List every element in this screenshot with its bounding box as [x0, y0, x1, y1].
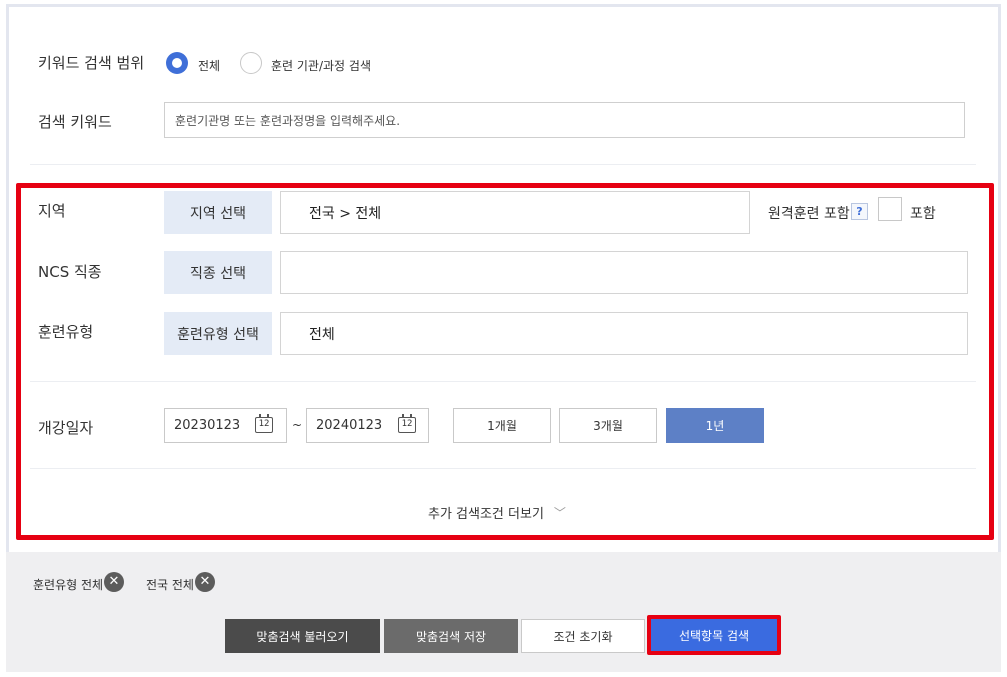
reset-conditions-button[interactable]: 조건 초기화 — [521, 619, 645, 653]
load-custom-search-button[interactable]: 맞춤검색 불러오기 — [225, 619, 380, 653]
highlight-frame — [16, 183, 994, 540]
keyword-placeholder: 훈련기관명 또는 훈련과정명을 입력해주세요. — [175, 113, 401, 128]
chip-training-type-label: 훈련유형 전체 — [33, 578, 104, 592]
summary-band — [6, 552, 1001, 672]
radio-institution-course-label[interactable]: 훈련 기관/과정 검색 — [271, 57, 371, 74]
chip-region-label: 전국 전체 — [146, 578, 194, 592]
keyword-scope-label: 키워드 검색 범위 — [38, 54, 145, 72]
save-custom-search-button[interactable]: 맞춤검색 저장 — [384, 619, 518, 653]
search-selected-button[interactable]: 선택항목 검색 — [651, 619, 777, 651]
radio-institution-course[interactable] — [240, 52, 262, 74]
keyword-input[interactable]: 훈련기관명 또는 훈련과정명을 입력해주세요. — [164, 102, 965, 138]
close-icon[interactable]: ✕ — [195, 572, 215, 592]
radio-all-label[interactable]: 전체 — [198, 57, 220, 74]
keyword-label: 검색 키워드 — [38, 113, 112, 131]
radio-all[interactable] — [166, 52, 188, 74]
divider — [30, 164, 976, 165]
close-icon[interactable]: ✕ — [104, 572, 124, 592]
